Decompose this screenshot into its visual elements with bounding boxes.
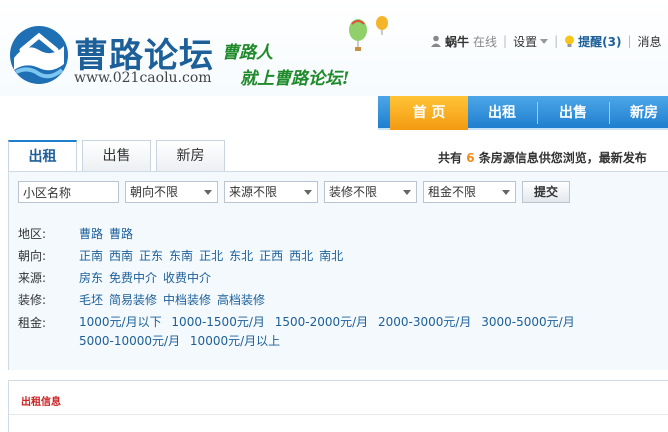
site-url: www.021caolu.com — [74, 70, 212, 86]
decoration-label: 装修: — [18, 293, 47, 307]
orientation-select-value: 朝向不限 — [130, 185, 179, 199]
messages-link[interactable]: 消息 — [638, 33, 662, 50]
tab-sale[interactable]: 出售 — [82, 140, 151, 172]
decoration-option[interactable]: 高档装修 — [217, 293, 265, 307]
orientation-option[interactable]: 正南 — [79, 249, 103, 263]
source-label: 来源: — [18, 271, 47, 285]
submit-button[interactable]: 提交 — [522, 181, 570, 203]
nav-new-homes[interactable]: 新房 — [610, 96, 668, 130]
nav-rent[interactable]: 出租 — [468, 96, 536, 130]
decoration-option[interactable]: 中档装修 — [163, 293, 211, 307]
user-bar: 蜗牛 在线 | 设置 | 提醒(3) | 消息 — [430, 32, 662, 50]
rent-option[interactable]: 1000元/月以下 — [79, 315, 162, 329]
summary-suffix: 条房源信息供您浏览，最新发布 — [478, 151, 647, 165]
slogan-line-2: 就上曹路论坛! — [240, 69, 350, 89]
divider: | — [627, 34, 632, 48]
region-options: 曹路 曹路 — [79, 225, 139, 242]
lightbulb-icon — [565, 35, 575, 47]
source-select-value: 来源不限 — [229, 185, 278, 199]
user-icon — [431, 35, 441, 47]
orientation-options: 正南 西南 正东 东南 正北 东北 正西 西北 南北 — [79, 247, 349, 264]
rent-options: 1000元/月以下 1000-1500元/月 1500-2000元/月 2000… — [79, 313, 659, 351]
orientation-option[interactable]: 东南 — [169, 249, 193, 263]
rent-option[interactable]: 5000-10000元/月 — [79, 334, 180, 348]
region-option[interactable]: 曹路 — [109, 227, 133, 241]
source-select[interactable]: 来源不限 — [224, 181, 318, 203]
source-option[interactable]: 收费中介 — [163, 271, 211, 285]
decoration-options: 毛坯 简易装修 中档装修 高档装修 — [79, 291, 271, 308]
orientation-option[interactable]: 正西 — [259, 249, 283, 263]
rent-select[interactable]: 租金不限 — [423, 181, 516, 203]
rent-label: 租金: — [18, 316, 47, 330]
balloons-decoration-icon — [349, 16, 388, 51]
rent-option[interactable]: 1000-1500元/月 — [171, 315, 264, 329]
nav-home[interactable]: 首 页 — [390, 96, 468, 130]
rent-option[interactable]: 10000元/月以上 — [190, 334, 280, 348]
slogan-line-1: 曹路人 — [222, 43, 273, 63]
site-header: 曹路论坛 www.021caolu.com 曹路人 就上曹路论坛! 蜗牛 在线 … — [0, 0, 668, 96]
decoration-option[interactable]: 毛坯 — [79, 293, 103, 307]
decoration-option[interactable]: 简易装修 — [109, 293, 157, 307]
chevron-down-icon — [502, 190, 510, 195]
decoration-select-value: 装修不限 — [329, 185, 378, 199]
orientation-option[interactable]: 正东 — [139, 249, 163, 263]
rent-select-value: 租金不限 — [428, 185, 477, 199]
source-option[interactable]: 房东 — [79, 271, 103, 285]
orientation-option[interactable]: 正北 — [199, 249, 223, 263]
nav-sale[interactable]: 出售 — [538, 96, 608, 130]
orientation-option[interactable]: 西北 — [289, 249, 313, 263]
source-options: 房东 免费中介 收费中介 — [79, 269, 217, 286]
summary-prefix: 共有 — [438, 151, 463, 165]
orientation-option[interactable]: 西南 — [109, 249, 133, 263]
listing-title: 出租信息 — [21, 397, 61, 408]
listing-summary: 共有 6 条房源信息供您浏览，最新发布 — [438, 149, 647, 166]
alerts-link[interactable]: 提醒(3) — [578, 33, 621, 50]
listing-section: 出租信息 — [8, 380, 668, 432]
chevron-down-icon — [304, 190, 312, 195]
listing-count: 6 — [466, 151, 475, 165]
username-link[interactable]: 蜗牛 — [445, 33, 469, 50]
tab-new-homes[interactable]: 新房 — [156, 140, 225, 172]
listing-header: 出租信息 — [9, 381, 668, 415]
main-nav: 首 页 出租 出售 新房 — [378, 96, 668, 130]
chevron-down-icon — [403, 190, 411, 195]
chevron-down-icon[interactable] — [540, 38, 549, 44]
community-name-input[interactable] — [18, 181, 119, 203]
divider: | — [554, 34, 559, 48]
orientation-option[interactable]: 南北 — [319, 249, 343, 263]
orientation-option[interactable]: 东北 — [229, 249, 253, 263]
chevron-down-icon — [204, 190, 212, 195]
tab-rent[interactable]: 出租 — [8, 140, 77, 173]
decoration-select[interactable]: 装修不限 — [324, 181, 417, 203]
region-label: 地区: — [18, 227, 47, 241]
divider: | — [503, 34, 508, 48]
rent-option[interactable]: 1500-2000元/月 — [275, 315, 368, 329]
region-option[interactable]: 曹路 — [79, 227, 103, 241]
orientation-select[interactable]: 朝向不限 — [125, 181, 218, 203]
logo-emblem-icon[interactable] — [8, 24, 70, 86]
orientation-label: 朝向: — [18, 249, 47, 263]
online-status: 在线 — [473, 34, 498, 49]
rent-option[interactable]: 2000-3000元/月 — [378, 315, 471, 329]
source-option[interactable]: 免费中介 — [109, 271, 157, 285]
settings-menu[interactable]: 设置 — [513, 33, 537, 50]
rent-option[interactable]: 3000-5000元/月 — [481, 315, 574, 329]
